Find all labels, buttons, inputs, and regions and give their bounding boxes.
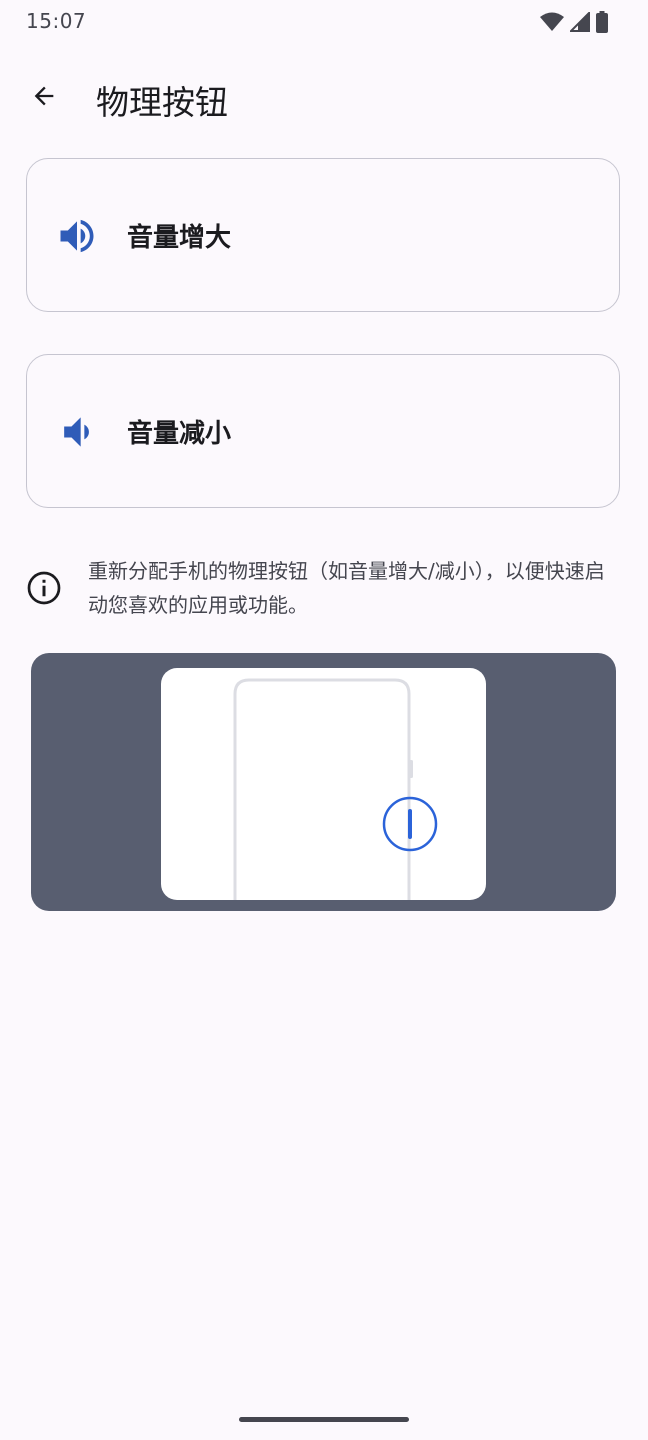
info-icon <box>27 571 61 605</box>
status-bar: 15:07 <box>0 0 648 44</box>
signal-icon <box>570 12 590 32</box>
volume-down-label: 音量减小 <box>127 419 232 449</box>
back-button[interactable] <box>20 72 68 120</box>
volume-up-icon <box>55 214 99 258</box>
navigation-handle[interactable] <box>239 1417 409 1422</box>
volume-up-option[interactable]: 音量增大 <box>26 158 620 312</box>
page-title: 物理按钮 <box>96 83 228 122</box>
phone-outline-illustration <box>233 678 438 900</box>
volume-down-option[interactable]: 音量减小 <box>26 354 620 508</box>
battery-icon <box>596 11 608 33</box>
illustration-panel <box>161 668 486 900</box>
volume-up-label: 音量增大 <box>127 223 232 253</box>
info-text: 重新分配手机的物理按钮（如音量增大/减小），以便快速启动您喜欢的应用或功能。 <box>88 559 605 617</box>
arrow-back-icon <box>34 86 54 106</box>
app-bar: 物理按钮 <box>0 60 648 132</box>
volume-down-icon <box>55 410 99 454</box>
wifi-icon <box>540 12 564 31</box>
status-time: 15:07 <box>26 9 87 33</box>
phone-side-button-illustration <box>31 653 616 911</box>
status-icons <box>540 11 608 33</box>
